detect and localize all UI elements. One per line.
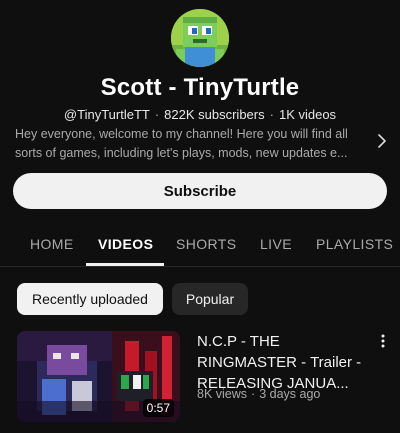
channel-handle: @TinyTurtleTT (63, 107, 150, 122)
tab-videos[interactable]: VIDEOS (98, 236, 153, 252)
tab-live[interactable]: LIVE (260, 236, 292, 252)
filter-chip-popular[interactable]: Popular (172, 283, 248, 315)
chevron-right-icon[interactable] (374, 133, 390, 149)
video-thumbnail[interactable]: 0:57 (17, 331, 180, 422)
meta-separator: · (251, 387, 256, 401)
meta-separator: · (154, 107, 160, 122)
channel-avatar[interactable] (171, 9, 229, 67)
channel-name: Scott - TinyTurtle (100, 74, 300, 101)
channel-meta: @TinyTurtleTT · 822K subscribers · 1K videos (0, 107, 400, 122)
channel-tabs: HOME VIDEOS SHORTS LIVE PLAYLISTS (0, 222, 400, 267)
video-meta: 8K views · 3 days ago (197, 387, 387, 401)
video-age: 3 days ago (259, 387, 321, 401)
subscribe-button[interactable]: Subscribe (13, 173, 387, 209)
channel-description[interactable]: Hey everyone, welcome to my channel! Her… (15, 125, 370, 163)
video-views: 8K views (197, 387, 248, 401)
video-count: 1K videos (278, 107, 337, 122)
active-tab-indicator (86, 263, 164, 266)
video-duration: 0:57 (142, 399, 174, 417)
subscriber-count: 822K subscribers (164, 107, 265, 122)
filter-chip-recently-uploaded[interactable]: Recently uploaded (17, 283, 163, 315)
tab-shorts[interactable]: SHORTS (176, 236, 237, 252)
tab-home[interactable]: HOME (30, 236, 74, 252)
video-title[interactable]: N.C.P - THE RINGMASTER - Trailer - RELEA… (197, 331, 369, 394)
more-vertical-icon[interactable] (376, 333, 390, 349)
meta-separator: · (269, 107, 274, 122)
tab-playlists[interactable]: PLAYLISTS (316, 236, 393, 252)
